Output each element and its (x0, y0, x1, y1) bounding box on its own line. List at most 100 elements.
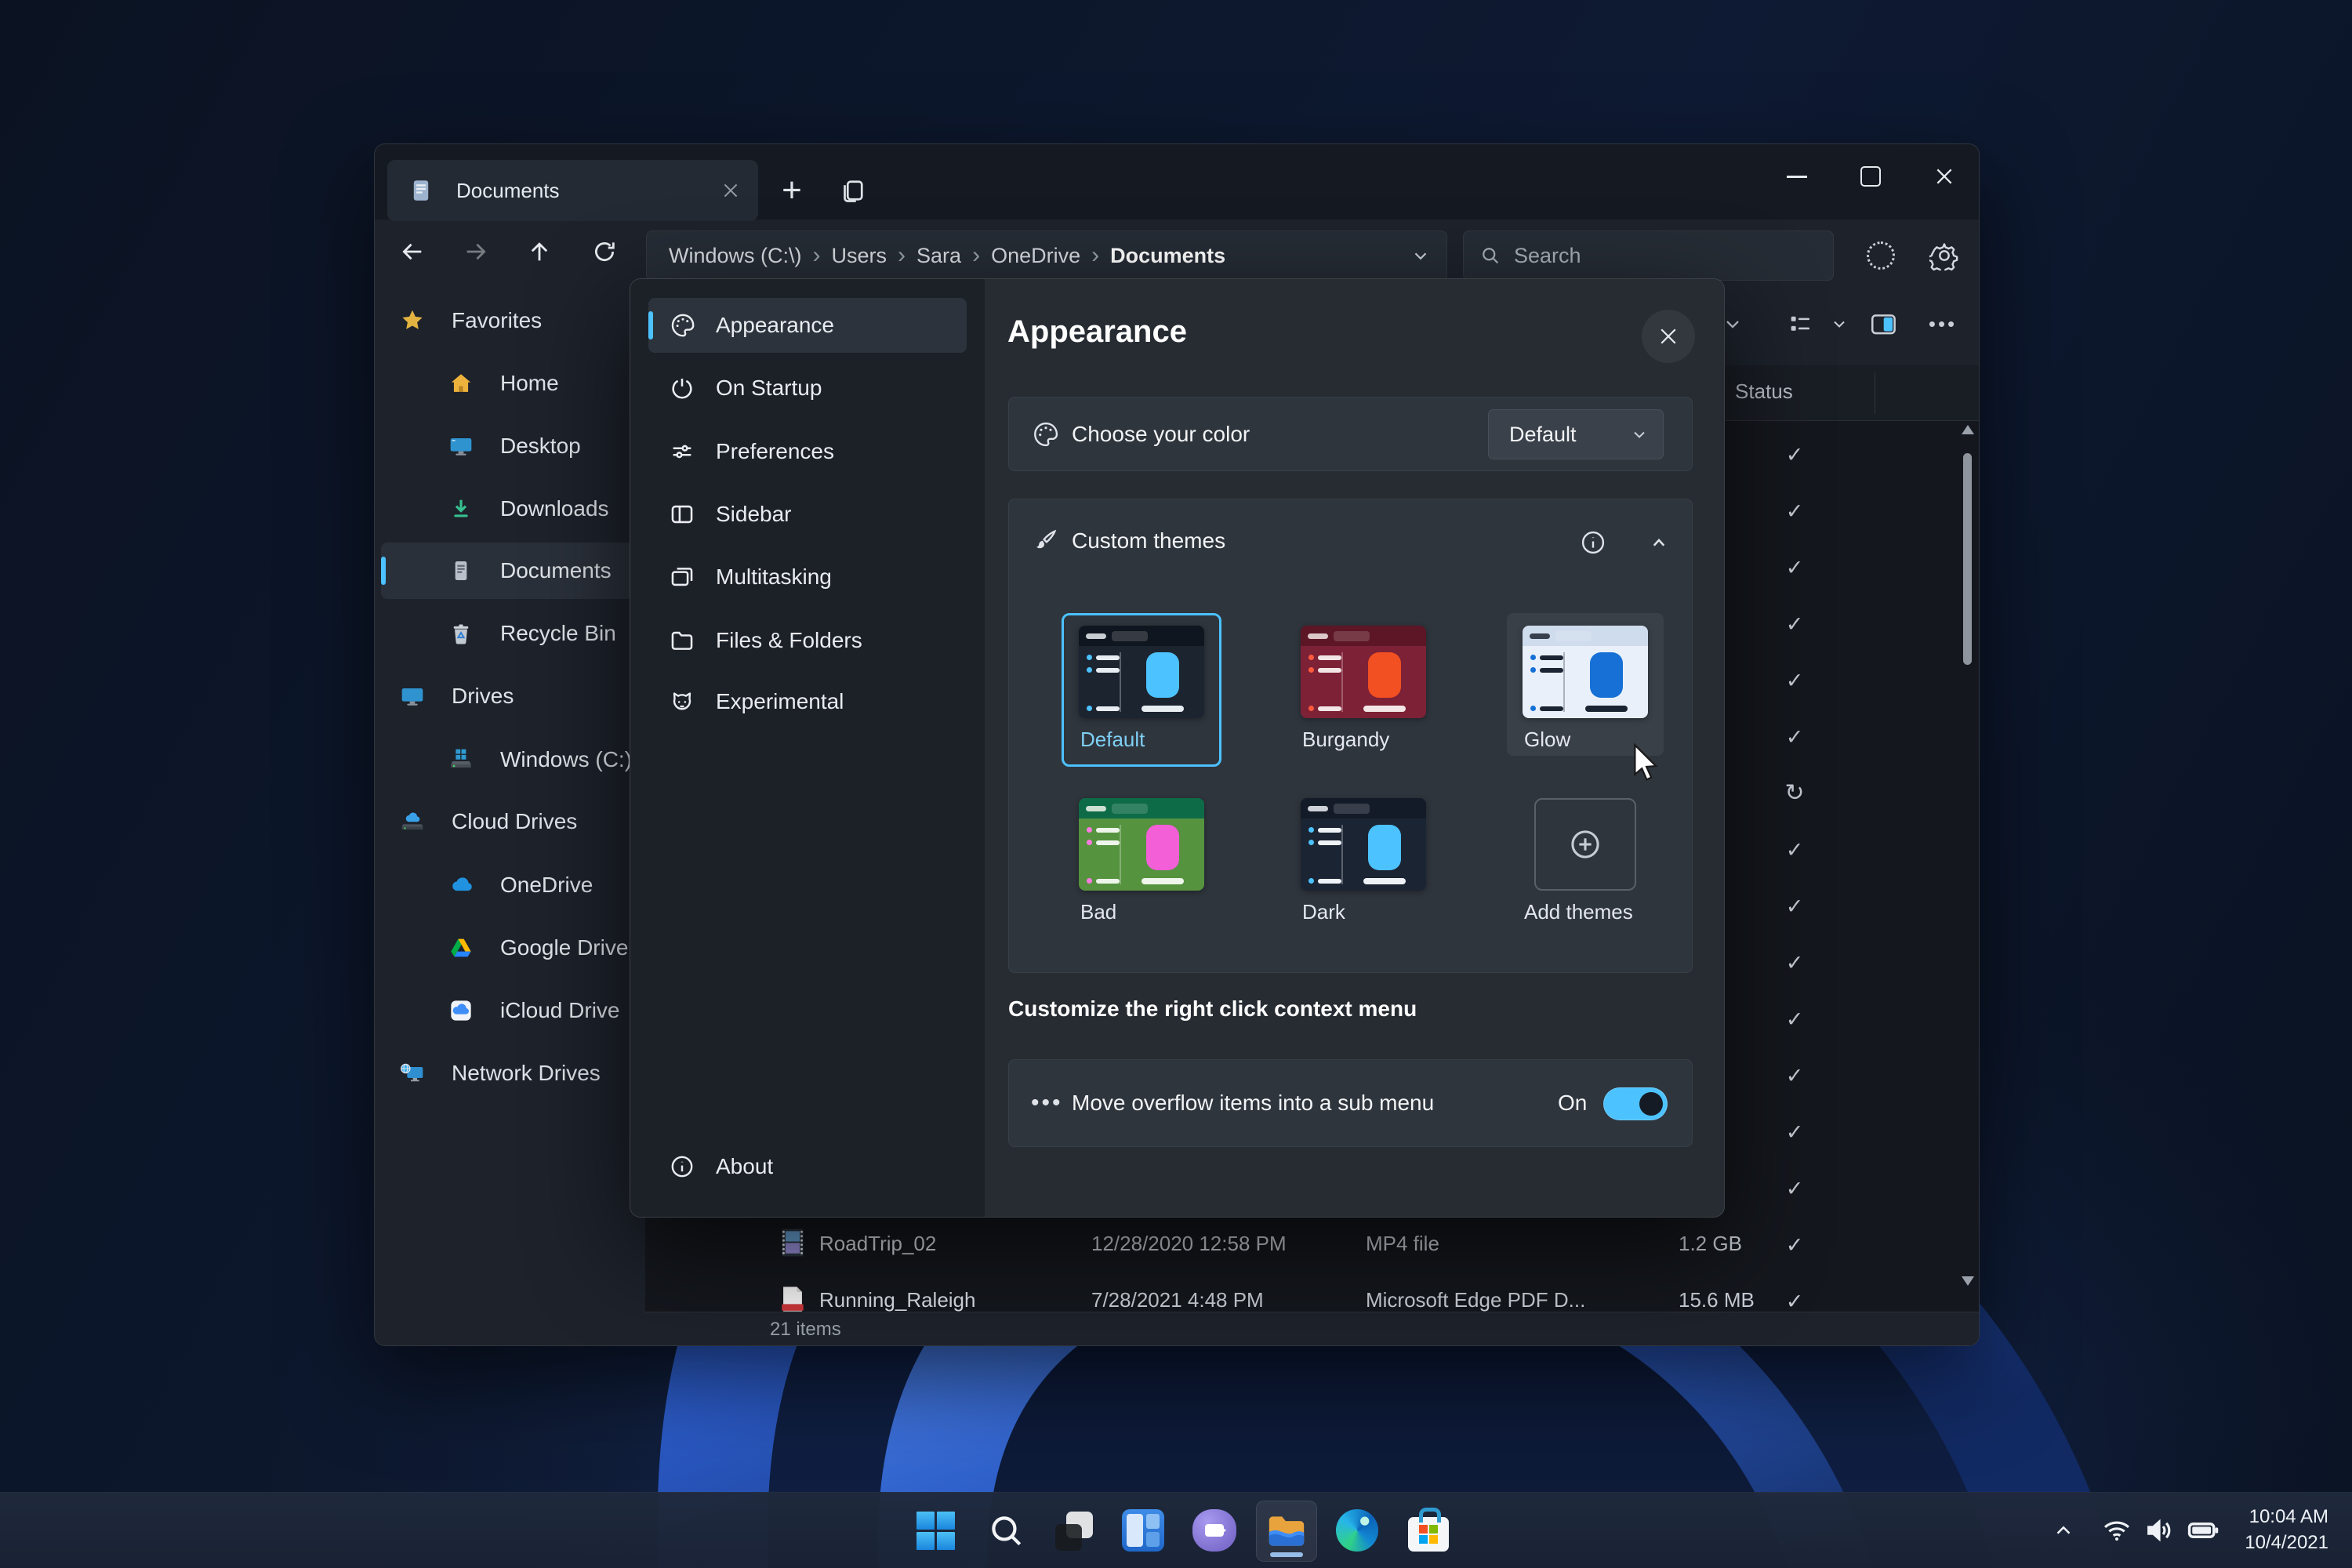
widgets-icon (1122, 1509, 1164, 1552)
chevron-up-icon[interactable] (1637, 526, 1681, 559)
settings-gear-icon[interactable] (1919, 230, 1969, 281)
check-status-icon: ✓ (1773, 1121, 1817, 1143)
maximize-button[interactable] (1844, 154, 1897, 199)
breadcrumb-segment[interactable]: OneDrive (991, 244, 1080, 268)
widgets-button[interactable] (1113, 1501, 1173, 1560)
add-theme-box[interactable] (1534, 798, 1636, 891)
theme-preview (1301, 798, 1426, 891)
breadcrumb-segment[interactable]: Windows (C:\) (669, 244, 802, 268)
overflow-toggle[interactable] (1603, 1087, 1668, 1120)
tab-title: Documents (456, 179, 720, 203)
vertical-scrollbar[interactable] (1961, 420, 1975, 1290)
sidebar-item-windows-c[interactable]: Windows (C:) (381, 731, 640, 788)
sidebar-item-google-drive[interactable]: Google Drive (381, 920, 640, 976)
search-input[interactable]: Search (1463, 230, 1834, 281)
status-bar: 21 items (645, 1312, 1980, 1346)
toggle-knob (1639, 1092, 1663, 1116)
address-bar-row: Windows (C:\) › Users › Sara › OneDrive … (375, 220, 1979, 284)
sidebar-item-drives[interactable]: Drives (381, 668, 640, 724)
sidebar-item-icloud-drive[interactable]: iCloud Drive (381, 982, 640, 1039)
breadcrumb[interactable]: Windows (C:\) › Users › Sara › OneDrive … (646, 230, 1447, 281)
context-menu-heading: Customize the right click context menu (1008, 996, 1417, 1022)
task-view-button[interactable] (1044, 1501, 1104, 1560)
files-app-button[interactable] (1256, 1501, 1317, 1562)
sidebar-item-documents[interactable]: Documents (381, 543, 640, 599)
taskbar: 10:04 AM 10/4/2021 (0, 1492, 2352, 1568)
settings-nav-appearance[interactable]: Appearance (648, 298, 967, 353)
spinner-icon[interactable] (1856, 230, 1906, 281)
file-size: 1.2 GB (1679, 1232, 1742, 1256)
taskbar-clock[interactable]: 10:04 AM 10/4/2021 (2245, 1504, 2328, 1555)
custom-themes-header[interactable]: Custom themes (1009, 499, 1692, 583)
color-dropdown[interactable]: Default (1488, 409, 1664, 459)
page-title: Appearance (1007, 314, 1187, 350)
settings-nav-experimental[interactable]: Experimental (648, 674, 967, 729)
clock-time: 10:04 AM (2245, 1504, 2328, 1530)
cloud-drives-icon (400, 809, 425, 834)
search-icon (986, 1511, 1025, 1550)
close-tab-icon[interactable] (720, 180, 741, 201)
choose-color-row[interactable]: Choose your color Default (1008, 397, 1693, 471)
settings-nav: Appearance On Startup Preferences Sideba… (630, 279, 985, 1217)
settings-nav-files-folders[interactable]: Files & Folders (648, 613, 967, 668)
custom-themes-card: Custom themes Default (1008, 499, 1693, 973)
sidebar-item-recycle-bin[interactable]: Recycle Bin (381, 605, 640, 662)
add-circle-icon (1567, 826, 1603, 862)
chevron-down-icon[interactable] (1410, 245, 1431, 266)
sidebar-item-network-drives[interactable]: Network Drives (381, 1045, 640, 1102)
more-icon[interactable]: ••• (1920, 301, 1965, 347)
custom-themes-label: Custom themes (1072, 528, 1225, 554)
forward-icon[interactable] (453, 229, 499, 274)
wifi-icon[interactable] (2095, 1507, 2139, 1554)
search-icon (1479, 245, 1501, 267)
new-tab-button[interactable]: + (767, 162, 817, 220)
preview-pane-icon[interactable] (1860, 301, 1905, 347)
home-icon (448, 371, 474, 396)
settings-nav-on-startup[interactable]: On Startup (648, 361, 967, 416)
sliders-icon (669, 438, 695, 465)
file-size: 15.6 MB (1679, 1288, 1755, 1312)
sidebar-item-home[interactable]: Home (381, 355, 640, 412)
sidebar-item-favorites[interactable]: Favorites (381, 292, 640, 349)
start-button[interactable] (906, 1501, 965, 1560)
overflow-toggle-row[interactable]: ••• Move overflow items into a sub menu … (1008, 1059, 1693, 1147)
check-status-icon: ✓ (1773, 1065, 1817, 1087)
battery-icon[interactable] (2180, 1507, 2227, 1554)
hidden-icons-chevron[interactable] (2038, 1507, 2089, 1554)
edge-button[interactable] (1327, 1501, 1387, 1560)
tab-list-icon[interactable] (828, 162, 878, 220)
refresh-icon[interactable] (582, 229, 627, 274)
chevron-down-icon[interactable] (1817, 301, 1862, 347)
taskbar-search-button[interactable] (976, 1501, 1036, 1560)
sidebar-item-downloads[interactable]: Downloads (381, 481, 640, 537)
sidebar-item-cloud-drives[interactable]: Cloud Drives (381, 793, 640, 850)
volume-icon[interactable] (2137, 1507, 2181, 1554)
sidebar-item-onedrive[interactable]: OneDrive (381, 857, 640, 913)
store-icon (1408, 1517, 1449, 1552)
settings-nav-about[interactable]: About (648, 1139, 967, 1194)
power-icon (669, 375, 695, 401)
breadcrumb-segment[interactable]: Sara (916, 244, 961, 268)
files-folder-icon (1265, 1509, 1308, 1553)
settings-nav-preferences[interactable]: Preferences (648, 424, 967, 479)
breadcrumb-segment[interactable]: Users (832, 244, 887, 268)
settings-nav-multitasking[interactable]: Multitasking (648, 550, 967, 604)
minimize-button[interactable] (1770, 154, 1824, 199)
store-button[interactable] (1399, 1501, 1458, 1560)
scrollbar-thumb[interactable] (1963, 453, 1972, 665)
dropdown-value: Default (1509, 423, 1630, 447)
up-icon[interactable] (517, 229, 562, 274)
close-dialog-button[interactable] (1642, 310, 1695, 363)
settings-nav-sidebar[interactable]: Sidebar (648, 487, 967, 542)
tab-documents[interactable]: Documents (387, 160, 758, 221)
document-icon (408, 177, 434, 204)
sidebar-item-desktop[interactable]: Desktop (381, 418, 640, 474)
info-icon[interactable] (1571, 526, 1615, 559)
back-icon[interactable] (390, 229, 435, 274)
file-row[interactable]: RoadTrip_02 12/28/2020 12:58 PM MP4 file… (645, 1216, 1980, 1272)
scroll-up-icon[interactable] (1962, 425, 1974, 434)
status-column-header[interactable]: Status (1735, 379, 1793, 404)
breadcrumb-segment-current[interactable]: Documents (1110, 244, 1225, 268)
close-window-button[interactable] (1918, 154, 1971, 199)
chat-button[interactable] (1185, 1501, 1244, 1560)
